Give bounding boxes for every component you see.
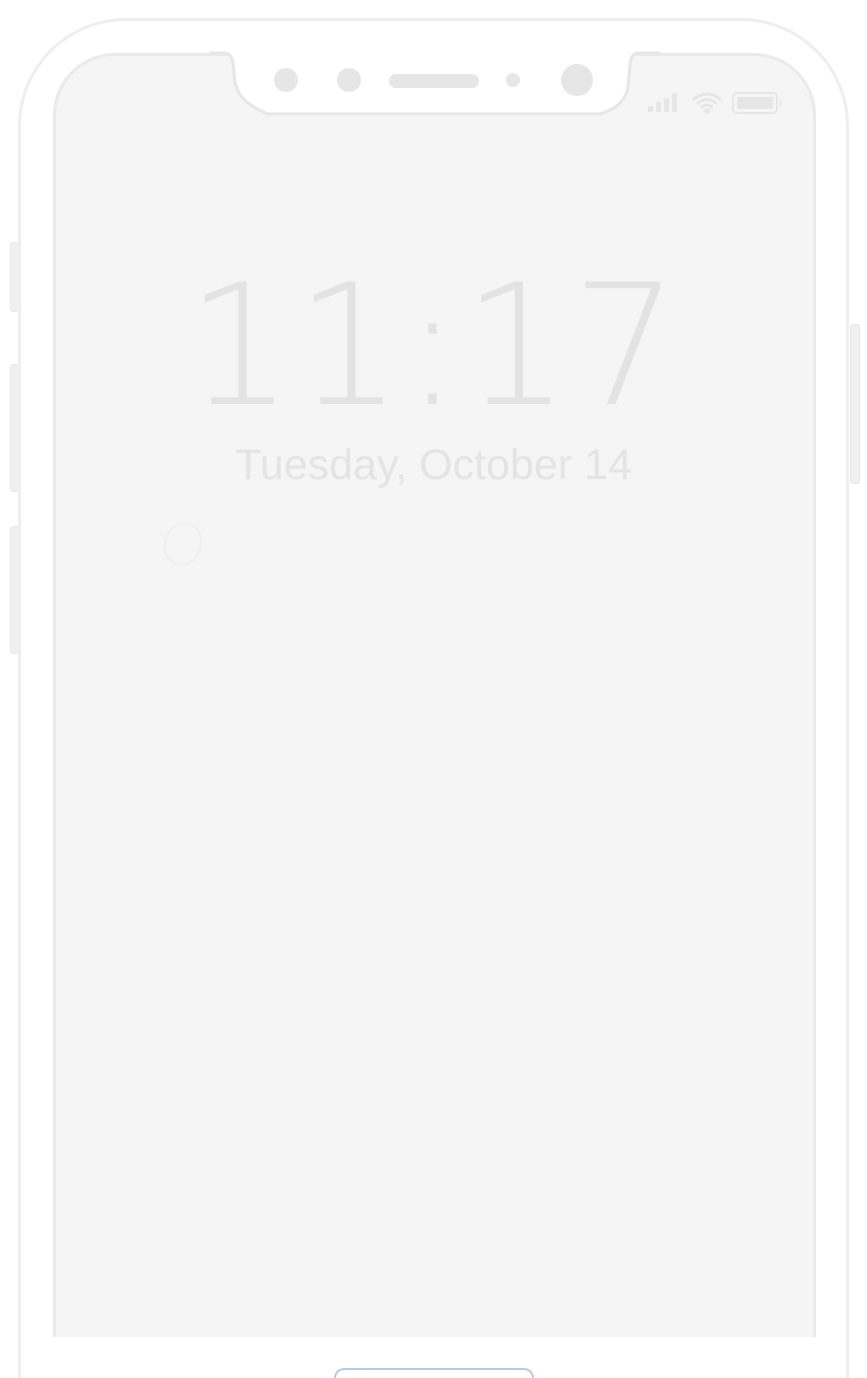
ambient-light-sensor-icon [337,68,361,92]
lock-screen-time: 11:17 [186,248,681,444]
bottom-tab-edge[interactable] [334,1368,534,1378]
wifi-icon [692,92,722,114]
cellular-signal-icon [648,93,677,112]
proximity-sensor-icon [274,68,298,92]
front-camera-icon [561,64,593,96]
status-bar [648,92,782,114]
battery-icon [732,92,782,114]
lock-screen-date: Tuesday, October 14 [235,441,632,489]
lock-screen[interactable] [53,53,816,1337]
dot-projector-icon [506,73,520,87]
device-mockup: 11:17 Tuesday, October 14 [0,0,867,1378]
earpiece-speaker-icon [389,74,479,88]
